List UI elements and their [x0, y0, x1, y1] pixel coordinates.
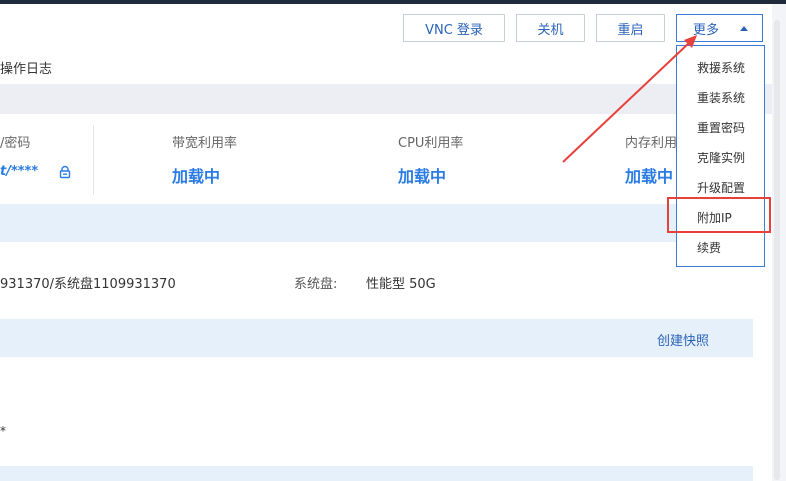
asterisk-text: *: [0, 424, 6, 438]
password-value: t/****: [0, 164, 39, 179]
bandwidth-value: 加载中: [172, 167, 221, 186]
menu-item-reset-password[interactable]: 重置密码: [697, 119, 745, 136]
metric-divider: [93, 125, 94, 195]
shutdown-button[interactable]: 关机: [516, 14, 585, 42]
system-disk-value: 性能型 50G: [366, 277, 436, 292]
bandwidth-label: 带宽利用率: [172, 136, 238, 151]
lock-icon[interactable]: [58, 165, 72, 179]
snapshot-header-bar: [0, 319, 753, 357]
menu-item-reinstall-system[interactable]: 重装系统: [697, 89, 745, 106]
tab-operation-log[interactable]: 操作日志: [0, 58, 52, 77]
more-button-label: 更多: [693, 22, 720, 38]
create-snapshot-link[interactable]: 创建快照: [657, 330, 709, 349]
menu-item-rescue-system[interactable]: 救援系统: [697, 59, 745, 76]
section-header-bar-bottom: [0, 466, 753, 481]
annotation-highlight-box: [667, 197, 771, 233]
section-header-bar: [0, 204, 753, 242]
main-panel: [0, 4, 772, 481]
more-dropdown-menu: 救援系统 重装系统 重置密码 克隆实例 升级配置 附加IP 续费: [676, 45, 765, 267]
menu-item-upgrade-config[interactable]: 升级配置: [697, 179, 745, 196]
menu-item-clone-instance[interactable]: 克隆实例: [697, 149, 745, 166]
vnc-login-button[interactable]: VNC 登录: [403, 14, 505, 42]
cpu-value: 加载中: [398, 167, 447, 186]
section-separator: [0, 84, 772, 114]
restart-button[interactable]: 重启: [596, 14, 665, 42]
memory-value: 加载中: [625, 167, 674, 186]
memory-label: 内存利用: [625, 136, 678, 151]
scrollbar-thumb[interactable]: [774, 20, 780, 480]
cpu-label: CPU利用率: [398, 136, 464, 151]
system-disk-label: 系统盘:: [294, 277, 338, 292]
caret-up-icon: [740, 26, 748, 31]
disk-info: 931370/系统盘1109931370: [0, 277, 176, 292]
menu-item-renew[interactable]: 续费: [697, 239, 721, 256]
password-label: /密码: [0, 136, 31, 151]
more-button[interactable]: 更多: [676, 14, 763, 42]
